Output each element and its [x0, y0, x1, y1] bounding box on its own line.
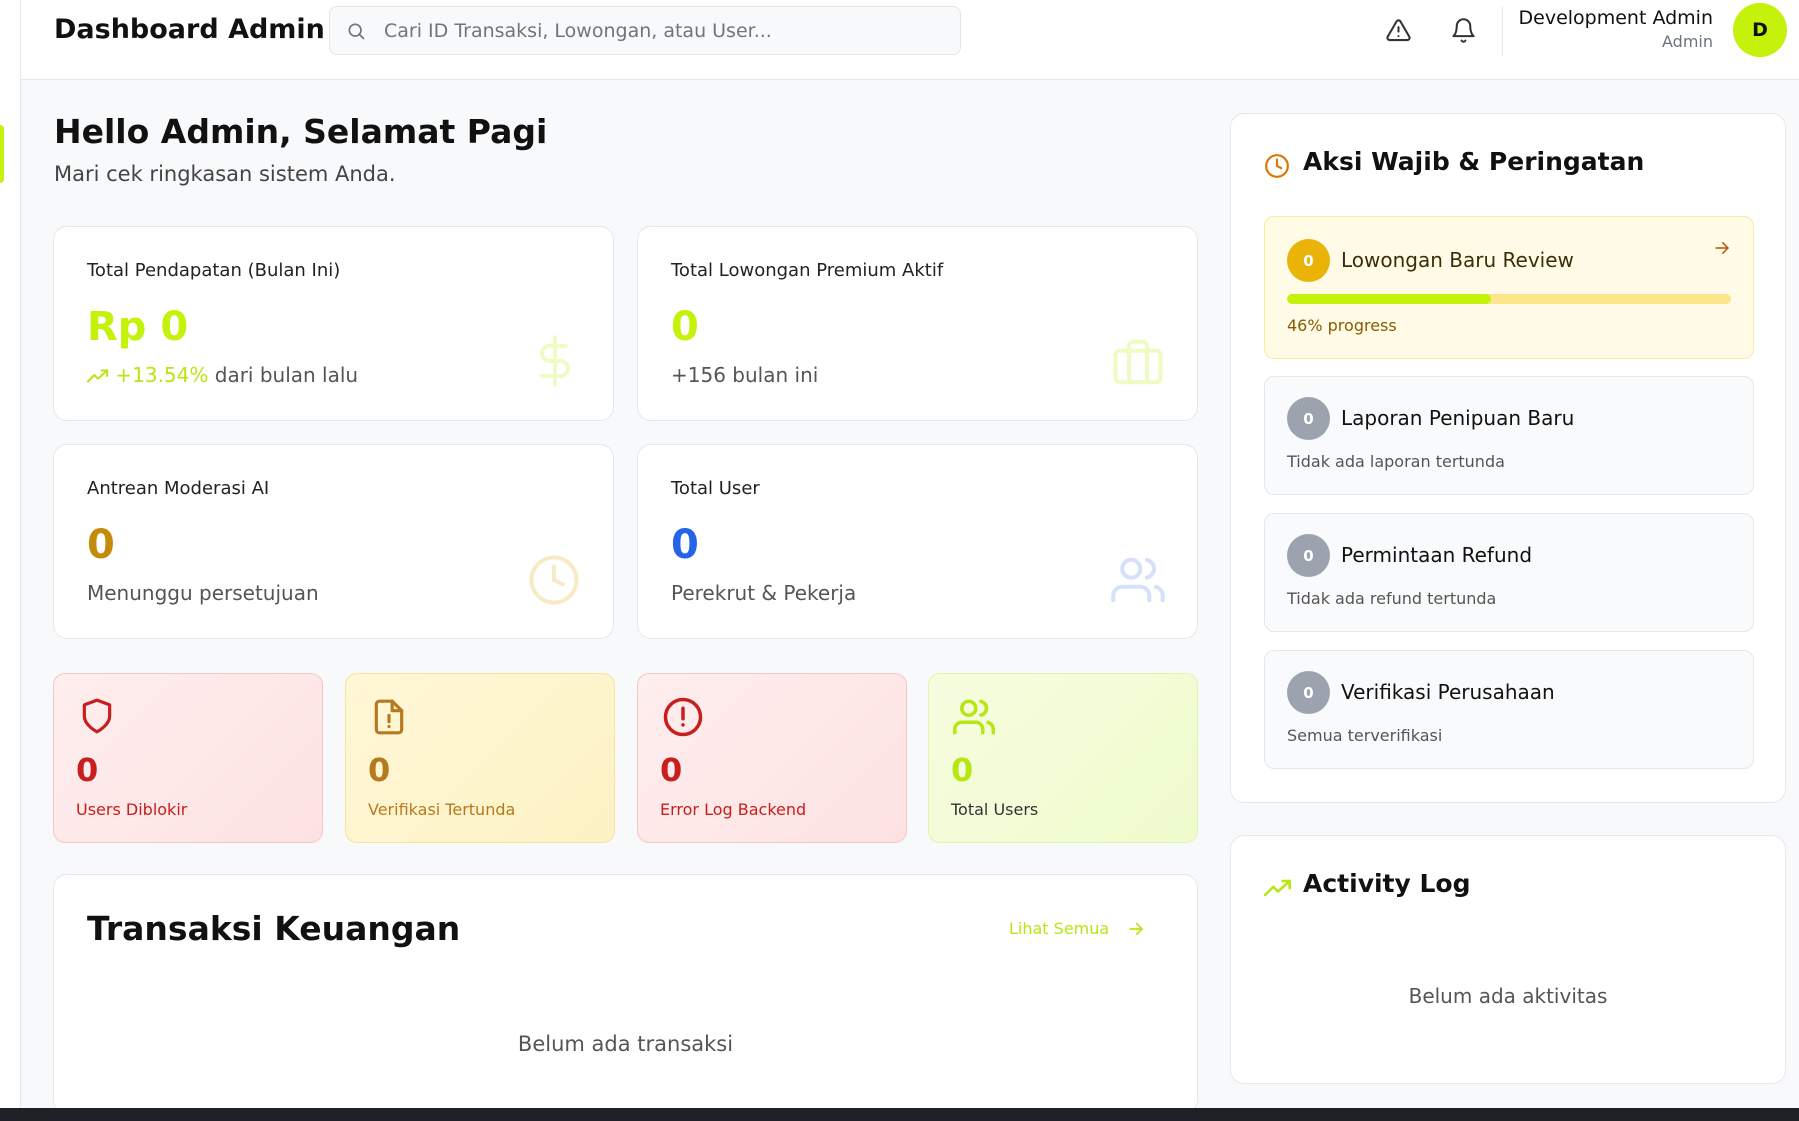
page-title: Hello Admin, Selamat Pagi	[54, 112, 548, 151]
action-desc: Semua terverifikasi	[1287, 726, 1443, 745]
mini-card-error-log[interactable]: 0 Error Log Backend	[637, 673, 907, 843]
required-actions-panel: Aksi Wajib & Peringatan 0 Lowongan Baru …	[1230, 113, 1786, 803]
stat-card-total-user: Total User 0 Perekrut & Pekerja	[637, 444, 1198, 639]
sidebar	[0, 0, 21, 1108]
briefcase-icon	[1113, 339, 1163, 385]
arrow-right-icon	[1129, 922, 1144, 935]
clock-icon	[1265, 154, 1289, 178]
action-item-company-verification[interactable]: 0 Verifikasi Perusahaan Semua terverifik…	[1264, 650, 1754, 769]
transactions-title: Transaksi Keuangan	[87, 909, 461, 948]
stat-card-ai-moderation: Antrean Moderasi AI 0 Menunggu persetuju…	[53, 444, 614, 639]
alert-triangle-icon[interactable]	[1383, 15, 1413, 45]
page-subtitle: Mari cek ringkasan sistem Anda.	[54, 162, 396, 186]
bell-icon[interactable]	[1448, 15, 1478, 45]
mini-value: 0	[660, 751, 683, 789]
mini-card-blocked-users[interactable]: 0 Users Diblokir	[53, 673, 323, 843]
stat-value: Rp 0	[87, 304, 189, 350]
action-item-refund-request[interactable]: 0 Permintaan Refund Tidak ada refund ter…	[1264, 513, 1754, 632]
stat-sub: Perekrut & Pekerja	[671, 581, 857, 605]
file-alert-icon	[374, 699, 404, 735]
view-all-link[interactable]: Lihat Semua	[1009, 919, 1145, 938]
mini-value: 0	[951, 751, 974, 789]
mini-label: Error Log Backend	[660, 800, 807, 819]
progress-fill	[1287, 294, 1492, 304]
stat-label: Total Lowongan Premium Aktif	[671, 260, 944, 281]
user-name: Development Admin	[1518, 7, 1714, 29]
arrow-right-icon[interactable]	[1713, 239, 1731, 257]
stat-sub: Menunggu persetujuan	[87, 581, 319, 605]
user-role: Admin	[1662, 32, 1713, 51]
action-item-fraud-report[interactable]: 0 Laporan Penipuan Baru Tidak ada lapora…	[1264, 376, 1754, 495]
search-box[interactable]	[329, 6, 961, 55]
users-icon	[1111, 557, 1165, 603]
search-input[interactable]	[384, 7, 944, 54]
stat-sub: +13.54% dari bulan lalu	[86, 363, 359, 387]
stat-card-premium-jobs: Total Lowongan Premium Aktif 0 +156 bula…	[637, 226, 1198, 421]
shield-icon	[82, 698, 112, 734]
count-badge: 0	[1287, 397, 1330, 440]
clock-icon	[529, 555, 579, 605]
stat-value: 0	[87, 522, 115, 568]
stat-value: 0	[671, 304, 699, 350]
alert-circle-icon	[663, 697, 703, 737]
stat-label: Total Pendapatan (Bulan Ini)	[87, 260, 341, 281]
dollar-icon	[540, 335, 570, 387]
progress-bar	[1287, 294, 1731, 304]
panel-title: Activity Log	[1303, 869, 1471, 898]
mini-label: Users Diblokir	[76, 800, 188, 819]
taskbar-strip	[0, 1108, 1799, 1121]
panel-title: Aksi Wajib & Peringatan	[1303, 147, 1645, 176]
action-name: Permintaan Refund	[1341, 543, 1533, 567]
sidebar-active-indicator[interactable]	[0, 125, 4, 183]
activity-log-panel: Activity Log Belum ada aktivitas	[1230, 835, 1786, 1084]
mini-card-total-users[interactable]: 0 Total Users	[928, 673, 1198, 843]
top-header: Dashboard Admin Development Admin Admin …	[21, 0, 1799, 80]
stat-label: Antrean Moderasi AI	[87, 478, 270, 499]
action-name: Verifikasi Perusahaan	[1341, 680, 1555, 704]
progress-text: 46% progress	[1287, 316, 1397, 335]
action-desc: Tidak ada refund tertunda	[1287, 589, 1497, 608]
avatar[interactable]: D	[1733, 3, 1787, 57]
mini-value: 0	[368, 751, 391, 789]
count-badge: 0	[1287, 239, 1330, 282]
page-brand-title: Dashboard Admin	[54, 14, 325, 45]
trending-up-icon	[86, 369, 109, 383]
count-badge: 0	[1287, 534, 1330, 577]
stat-trend: +13.54%	[115, 363, 209, 387]
action-name: Laporan Penipuan Baru	[1341, 406, 1575, 430]
stat-sub: +156 bulan ini	[671, 363, 819, 387]
mini-card-pending-verification[interactable]: 0 Verifikasi Tertunda	[345, 673, 615, 843]
stat-value: 0	[671, 522, 699, 568]
mini-value: 0	[76, 751, 99, 789]
stat-card-revenue: Total Pendapatan (Bulan Ini) Rp 0 +13.54…	[53, 226, 614, 421]
users-icon	[953, 699, 995, 735]
stat-label: Total User	[671, 478, 760, 499]
trending-up-icon	[1264, 879, 1291, 897]
action-name: Lowongan Baru Review	[1341, 248, 1574, 272]
header-divider	[1502, 6, 1503, 56]
transactions-card: Transaksi Keuangan Lihat Semua Belum ada…	[53, 874, 1198, 1114]
view-all-label: Lihat Semua	[1009, 919, 1110, 938]
action-item-new-job-review[interactable]: 0 Lowongan Baru Review 46% progress	[1264, 216, 1754, 359]
count-badge: 0	[1287, 671, 1330, 714]
search-icon	[348, 23, 365, 40]
transactions-empty: Belum ada transaksi	[517, 1032, 734, 1056]
mini-label: Total Users	[951, 800, 1039, 819]
activity-empty: Belum ada aktivitas	[1408, 984, 1608, 1008]
action-desc: Tidak ada laporan tertunda	[1287, 452, 1505, 471]
stat-trend-text: dari bulan lalu	[214, 363, 359, 387]
mini-label: Verifikasi Tertunda	[368, 800, 516, 819]
